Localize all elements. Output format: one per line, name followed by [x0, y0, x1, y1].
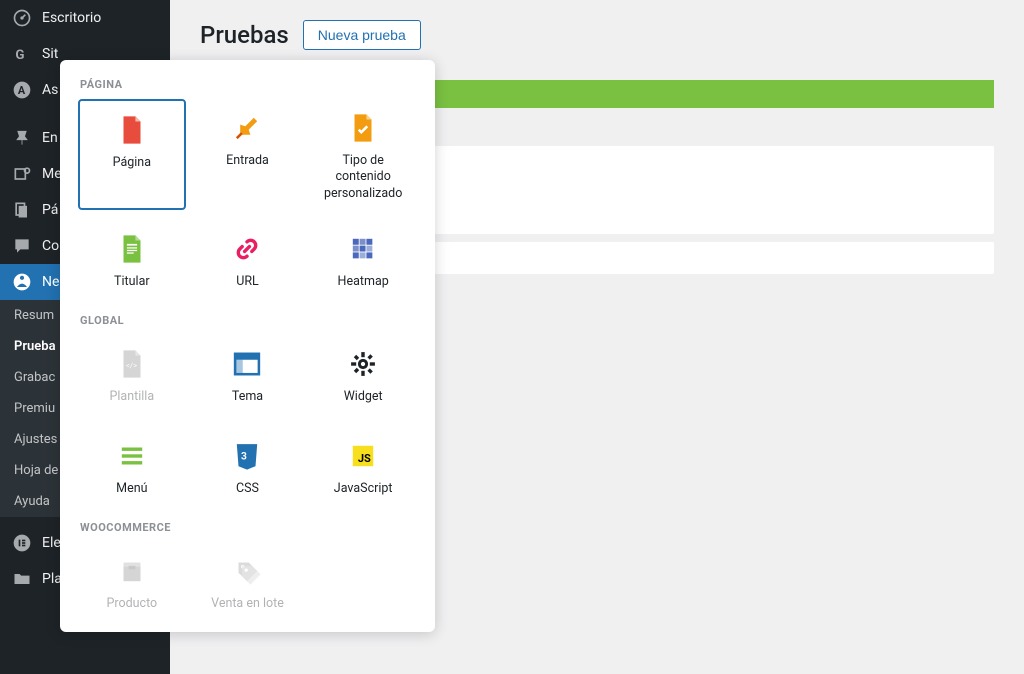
folder-icon [12, 569, 32, 589]
tile-entrada[interactable]: Entrada [194, 99, 302, 210]
sidebar-label: Pá [42, 202, 58, 218]
sidebar-sublabel: Grabac [14, 370, 55, 385]
page-icon [115, 113, 149, 147]
tile-label: Heatmap [338, 274, 389, 290]
svg-text:3: 3 [242, 451, 248, 462]
widget-icon [346, 347, 380, 381]
page-header: Pruebas Nueva prueba [200, 20, 994, 50]
tile-label: Widget [344, 389, 383, 405]
product-icon [115, 554, 149, 588]
sidebar-sublabel: Hoja de [14, 463, 58, 478]
tile-producto: Producto [78, 542, 186, 624]
tile-venta-lote: Venta en lote [194, 542, 302, 624]
menu-icon [115, 439, 149, 473]
tile-widget[interactable]: Widget [309, 335, 417, 417]
sidebar-sublabel: Ajustes [14, 432, 57, 447]
tile-label: Venta en lote [211, 596, 284, 612]
tile-pagina[interactable]: Página [78, 99, 186, 210]
pages-icon [12, 200, 32, 220]
tile-url[interactable]: URL [194, 220, 302, 302]
svg-text:G: G [15, 48, 24, 63]
sidebar-sublabel: Resum [14, 308, 54, 323]
sidebar-label: Escritorio [42, 10, 101, 26]
js-icon: JS [346, 439, 380, 473]
tile-menu[interactable]: Menú [78, 427, 186, 509]
tile-tema[interactable]: Tema [194, 335, 302, 417]
sidebar-label: Ele [42, 535, 61, 551]
sidebar-sublabel: Ayuda [14, 494, 50, 509]
tile-heatmap[interactable]: Heatmap [309, 220, 417, 302]
tile-label: Producto [106, 596, 157, 612]
a-icon: A [12, 80, 32, 100]
custom-content-icon [346, 111, 380, 145]
template-icon: </> [115, 347, 149, 381]
link-icon [230, 232, 264, 266]
new-test-button[interactable]: Nueva prueba [303, 20, 421, 50]
sidebar-label: En [42, 130, 58, 146]
section-label-woocommerce: WOOCOMMERCE [80, 521, 417, 534]
tile-label: Plantilla [110, 389, 155, 405]
tile-css[interactable]: 3 CSS [194, 427, 302, 509]
sidebar-label: As [42, 82, 58, 98]
svg-text:</>: </> [126, 361, 137, 370]
new-test-popup: PÁGINA Página Entrada Tipo de contenido … [60, 60, 435, 632]
sidebar-item-escritorio[interactable]: Escritorio [0, 0, 170, 36]
comment-icon [12, 236, 32, 256]
tile-label: Tema [232, 389, 263, 405]
sidebar-label: Sit [42, 46, 58, 62]
tile-label: JavaScript [334, 481, 393, 497]
tile-tipo-contenido[interactable]: Tipo de contenido personalizado [309, 99, 417, 210]
nelio-icon [12, 272, 32, 292]
sidebar-label: Ne [42, 274, 59, 290]
section-label-global: GLOBAL [80, 314, 417, 327]
pin-icon [12, 128, 32, 148]
tile-label: Entrada [226, 153, 269, 169]
dashboard-icon [12, 8, 32, 28]
tile-label: URL [236, 274, 259, 290]
headline-icon [115, 232, 149, 266]
tile-javascript[interactable]: JS JavaScript [309, 427, 417, 509]
tile-label: Página [113, 155, 151, 171]
css-icon: 3 [230, 439, 264, 473]
sidebar-sublabel: Prueba [14, 339, 56, 354]
sale-tag-icon [230, 554, 264, 588]
sidebar-label: Me [42, 166, 62, 182]
section-label-pagina: PÁGINA [80, 78, 417, 91]
svg-text:JS: JS [358, 452, 371, 465]
tile-label: Titular [114, 274, 150, 290]
tile-label: CSS [236, 481, 259, 497]
heatmap-icon [346, 232, 380, 266]
page-title: Pruebas [200, 21, 289, 49]
sidebar-sublabel: Premiu [14, 401, 55, 416]
tile-label: Tipo de contenido personalizado [313, 153, 413, 202]
global-grid: </> Plantilla Tema Widget Menú 3 CSS JS … [78, 335, 417, 509]
theme-icon [230, 347, 264, 381]
tile-titular[interactable]: Titular [78, 220, 186, 302]
tile-plantilla: </> Plantilla [78, 335, 186, 417]
pagina-grid: Página Entrada Tipo de contenido persona… [78, 99, 417, 302]
sidebar-label: Co [42, 238, 59, 254]
media-icon [12, 164, 32, 184]
tile-label: Menú [116, 481, 147, 497]
pushpin-icon [230, 111, 264, 145]
woocommerce-grid: Producto Venta en lote [78, 542, 417, 624]
elementor-icon [12, 533, 32, 553]
g-icon: G [12, 44, 32, 64]
svg-text:A: A [18, 84, 26, 97]
